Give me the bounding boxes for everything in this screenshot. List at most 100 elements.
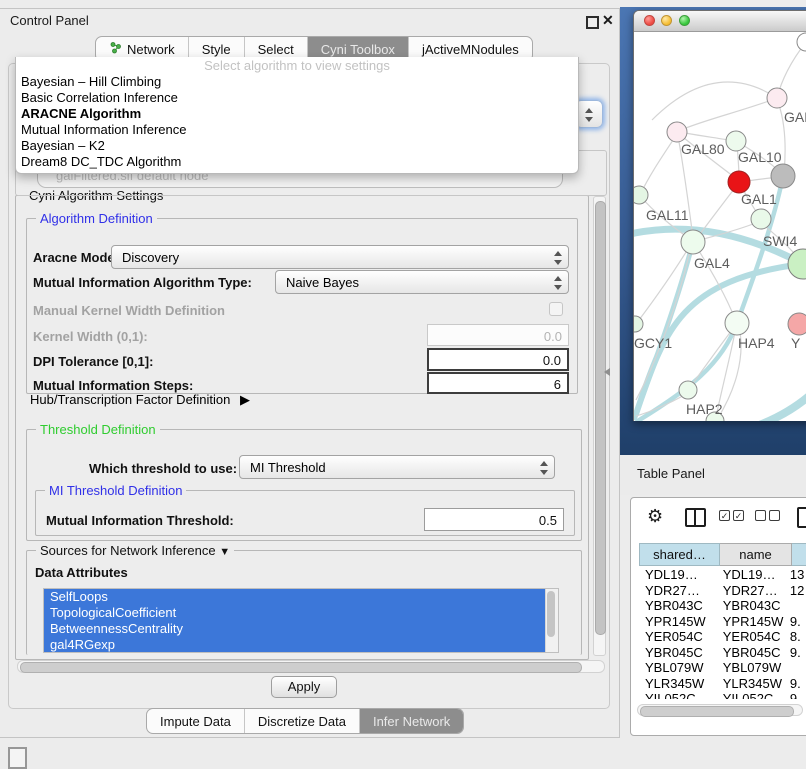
close-icon[interactable]: ✕ — [602, 12, 614, 29]
split-columns-icon[interactable] — [685, 508, 706, 527]
data-attributes-label: Data Attributes — [35, 565, 128, 580]
settings-horizontal-scrollbar[interactable] — [17, 660, 605, 673]
network-node[interactable] — [681, 230, 705, 254]
mi-type-combo[interactable]: Naive Bayes — [275, 270, 569, 294]
network-canvas[interactable]: GALGAL80GAL10GAL1GAL11SWI4GAL4GCY1HAP4YH… — [634, 32, 806, 421]
which-threshold-combo[interactable]: MI Threshold — [239, 455, 555, 479]
dropdown-item[interactable]: Bayesian – Hill Climbing — [16, 74, 578, 90]
which-threshold-label: Which threshold to use: — [89, 461, 237, 476]
network-node-label: SWI4 — [763, 233, 797, 249]
network-node[interactable] — [679, 381, 697, 399]
network-window-titlebar[interactable] — [634, 11, 806, 32]
apply-button[interactable]: Apply — [271, 676, 337, 698]
screen: { "colors":{ "selection_blue":"#3c77d9",… — [0, 0, 806, 762]
table-cell: YBR043C — [717, 598, 786, 614]
dpi-tolerance-label: DPI Tolerance [0,1]: — [33, 354, 153, 369]
splitter-collapse-icon[interactable] — [604, 368, 610, 376]
float-panel-icon[interactable] — [586, 16, 599, 29]
table-row[interactable]: YBL079WYBL079W — [639, 660, 806, 676]
table-row[interactable]: YDL19…YDL19…13 — [639, 567, 806, 583]
deselect-checkbox-icon[interactable] — [769, 510, 780, 521]
network-view-window: GALGAL80GAL10GAL1GAL11SWI4GAL4GCY1HAP4YH… — [633, 10, 806, 421]
tab-infer-network[interactable]: Infer Network — [359, 709, 463, 733]
network-node[interactable] — [728, 171, 750, 193]
deselect-checkbox-icon[interactable] — [755, 510, 766, 521]
column-header-shared-name[interactable]: shared… — [639, 543, 720, 566]
apply-label: Apply — [288, 679, 321, 694]
dock-window-icon[interactable] — [8, 747, 27, 769]
network-node[interactable] — [634, 316, 643, 332]
chevron-down-icon[interactable]: ▼ — [219, 546, 230, 558]
mi-threshold-field[interactable]: 0.5 — [424, 508, 564, 531]
kernel-width-field[interactable]: 0.0 — [427, 324, 569, 346]
table-cell: YLR345W — [639, 676, 717, 692]
tab-label: jActiveMNodules — [422, 42, 519, 57]
list-scrollbar[interactable] — [545, 589, 558, 652]
mi-threshold-group: MI Threshold Definition Mutual Informati… — [35, 490, 575, 536]
network-node[interactable] — [726, 131, 746, 151]
dpi-tolerance-field[interactable]: 0.0 — [427, 348, 569, 371]
table-row[interactable]: YLR345WYLR345W9. — [639, 676, 806, 692]
column-header-partial[interactable] — [792, 543, 806, 566]
table-row[interactable]: YBR043CYBR043C — [639, 598, 806, 614]
document-icon[interactable] — [797, 507, 806, 528]
table-cell: YER054C — [717, 629, 786, 645]
table-horizontal-scrollbar[interactable] — [637, 704, 803, 716]
manual-kernel-checkbox[interactable] — [549, 302, 563, 316]
dropdown-item[interactable]: Bayesian – K2 — [16, 138, 578, 154]
minimize-traffic-light-icon[interactable] — [661, 15, 672, 26]
dropdown-item[interactable]: Dream8 DC_TDC Algorithm — [16, 154, 578, 170]
table-cell: YIL052C — [717, 691, 786, 699]
network-node[interactable] — [788, 313, 806, 335]
table-header-row: shared… name — [639, 543, 806, 566]
column-header-name[interactable]: name — [720, 543, 792, 566]
tab-label: Discretize Data — [258, 714, 346, 729]
network-node[interactable] — [797, 33, 806, 51]
mi-steps-field[interactable]: 6 — [427, 372, 569, 394]
tab-impute-data[interactable]: Impute Data — [147, 709, 244, 733]
table-panel-window: ⚙ ✓ ✓ shared… name YDL19…YDL19…13YDR27…Y… — [630, 497, 806, 736]
hub-definition-toggle[interactable]: Hub/Transcription Factor Definition ▶ — [30, 392, 250, 408]
list-item[interactable]: TopologicalCoefficient — [44, 605, 558, 621]
table-row[interactable]: YPR145WYPR145W9. — [639, 614, 806, 630]
list-item[interactable]: gal4RGexp — [44, 637, 558, 653]
table-row[interactable]: YDR27…YDR27…12 — [639, 583, 806, 599]
table-row[interactable]: YER054CYER054C8. — [639, 629, 806, 645]
close-traffic-light-icon[interactable] — [644, 15, 655, 26]
gear-icon[interactable]: ⚙ — [647, 506, 663, 527]
tab-discretize-data[interactable]: Discretize Data — [244, 709, 359, 733]
network-node[interactable] — [771, 164, 795, 188]
table-cell: YER054C — [639, 629, 717, 645]
list-item[interactable]: BetweennessCentrality — [44, 621, 558, 637]
algorithm-combo-button[interactable] — [575, 100, 603, 128]
network-node-label: HAP2 — [686, 401, 723, 417]
network-node[interactable] — [725, 311, 749, 335]
dropdown-item[interactable]: Basic Correlation Inference — [16, 90, 578, 106]
data-attributes-list[interactable]: SelfLoopsTopologicalCoefficientBetweenne… — [43, 588, 559, 653]
network-node[interactable] — [667, 122, 687, 142]
select-all-checkbox-icon[interactable]: ✓ — [733, 510, 744, 521]
table-row[interactable]: YIL052CYIL052C9. — [639, 691, 806, 699]
network-node[interactable] — [751, 209, 771, 229]
dropdown-item[interactable]: ARACNE Algorithm — [16, 106, 578, 122]
network-node-label: GCY1 — [634, 335, 672, 351]
network-edge — [691, 326, 735, 386]
aracne-mode-combo[interactable]: Discovery — [111, 245, 569, 269]
network-node[interactable] — [767, 88, 787, 108]
mi-threshold-label: Mutual Information Threshold: — [46, 513, 234, 528]
network-node[interactable] — [788, 249, 806, 279]
table-cell: YBR045C — [717, 645, 786, 661]
table-cell: 13 — [786, 567, 806, 583]
algorithm-dropdown: Select algorithm to view settings Bayesi… — [15, 57, 579, 174]
select-all-checkbox-icon[interactable]: ✓ — [719, 510, 730, 521]
table-cell: 9. — [786, 645, 806, 661]
table-row[interactable]: YBR045CYBR045C9. — [639, 645, 806, 661]
network-node-label: GAL80 — [681, 141, 725, 157]
dropdown-placeholder[interactable]: Select algorithm to view settings — [16, 57, 578, 74]
settings-vertical-scrollbar[interactable] — [593, 196, 606, 656]
network-svg: GALGAL80GAL10GAL1GAL11SWI4GAL4GCY1HAP4YH… — [634, 32, 806, 421]
dropdown-item[interactable]: Mutual Information Inference — [16, 122, 578, 138]
zoom-traffic-light-icon[interactable] — [679, 15, 690, 26]
network-node[interactable] — [634, 186, 648, 204]
list-item[interactable]: SelfLoops — [44, 589, 558, 605]
